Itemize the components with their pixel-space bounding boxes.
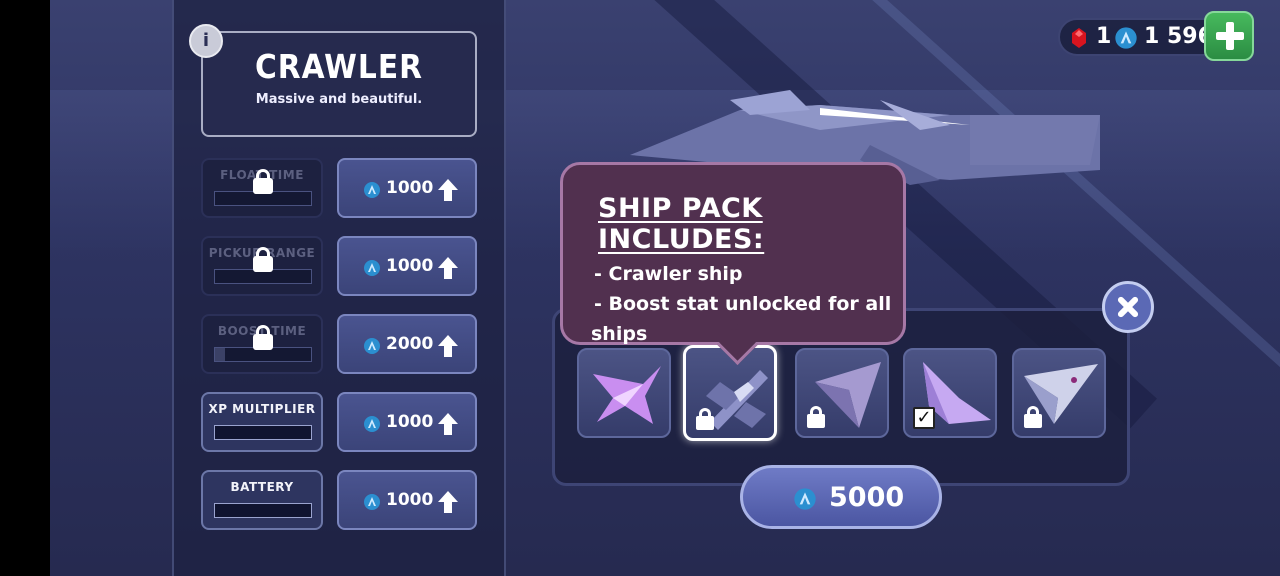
buy-price: 5000 xyxy=(829,482,905,513)
coin-icon xyxy=(364,260,380,276)
gem-icon xyxy=(1072,28,1086,48)
upgrade-xp-multiplier-button[interactable]: 1000 xyxy=(337,392,477,452)
upgrade-cost: 1000 xyxy=(386,178,434,198)
close-button[interactable] xyxy=(1102,281,1154,333)
buy-ship-pack-button[interactable]: 5000 xyxy=(740,465,942,529)
coin-icon xyxy=(364,338,380,354)
lock-icon xyxy=(1024,406,1042,428)
upgrade-pickup-range-button[interactable]: 1000 xyxy=(337,236,477,296)
stat-progress-bar xyxy=(214,425,312,440)
coin-icon xyxy=(364,182,380,198)
screen-edge xyxy=(0,0,50,576)
info-button[interactable]: i xyxy=(189,24,223,58)
stat-boost-time: BOOST TIME xyxy=(201,314,323,374)
stat-float-time: FLOAT TIME xyxy=(201,158,323,218)
upgrade-cost: 1000 xyxy=(386,490,434,510)
stat-xp-multiplier: XP MULTIPLIER xyxy=(201,392,323,452)
tooltip-line: - Crawler ship xyxy=(594,263,743,285)
stat-label: BATTERY xyxy=(230,480,294,494)
ship-slot-crawler[interactable] xyxy=(683,345,777,441)
tooltip-line: - Boost stat unlocked for all xyxy=(594,293,892,315)
add-currency-button[interactable] xyxy=(1204,11,1254,61)
lock-icon xyxy=(253,247,273,272)
lock-icon xyxy=(253,169,273,194)
ship-slot-glider[interactable] xyxy=(795,348,889,438)
coin-count: 1 596 xyxy=(1144,24,1213,49)
upgrade-arrow-icon xyxy=(438,257,458,279)
stat-label: XP MULTIPLIER xyxy=(208,402,316,416)
coin-icon xyxy=(364,416,380,432)
coin-icon xyxy=(794,488,816,510)
ship-slot-manta[interactable] xyxy=(577,348,671,438)
coin-icon xyxy=(1115,27,1137,49)
upgrade-cost: 1000 xyxy=(386,256,434,276)
tooltip-line: ships xyxy=(591,323,648,345)
upgrade-arrow-icon xyxy=(438,413,458,435)
ship-pack-tooltip: SHIP PACK INCLUDES: - Crawler ship - Boo… xyxy=(560,162,906,345)
upgrade-arrow-icon xyxy=(438,335,458,357)
stat-battery: BATTERY xyxy=(201,470,323,530)
upgrade-arrow-icon xyxy=(438,179,458,201)
stat-progress-bar xyxy=(214,503,312,518)
upgrade-battery-button[interactable]: 1000 xyxy=(337,470,477,530)
upgrade-cost: 1000 xyxy=(386,412,434,432)
ship-description: Massive and beautiful. xyxy=(255,92,423,107)
ship-name: CRAWLER xyxy=(255,47,423,86)
lock-icon xyxy=(696,408,714,430)
upgrade-arrow-icon xyxy=(438,491,458,513)
ship-slot-jet[interactable] xyxy=(1012,348,1106,438)
manta-ship-icon xyxy=(593,366,661,424)
ship-slot-delta[interactable]: ✓ xyxy=(903,348,997,438)
stat-pickup-range: PICKUP RANGE xyxy=(201,236,323,296)
ship-title-card: CRAWLER Massive and beautiful. xyxy=(201,31,477,137)
lock-icon xyxy=(807,406,825,428)
lock-icon xyxy=(253,325,273,350)
gem-count: 1 xyxy=(1096,24,1112,49)
tooltip-title: SHIP PACK INCLUDES: xyxy=(598,193,765,255)
coin-icon xyxy=(364,494,380,510)
upgrade-boost-time-button[interactable]: 2000 xyxy=(337,314,477,374)
upgrade-float-time-button[interactable]: 1000 xyxy=(337,158,477,218)
equipped-check-icon: ✓ xyxy=(913,407,935,429)
upgrade-cost: 2000 xyxy=(386,334,434,354)
